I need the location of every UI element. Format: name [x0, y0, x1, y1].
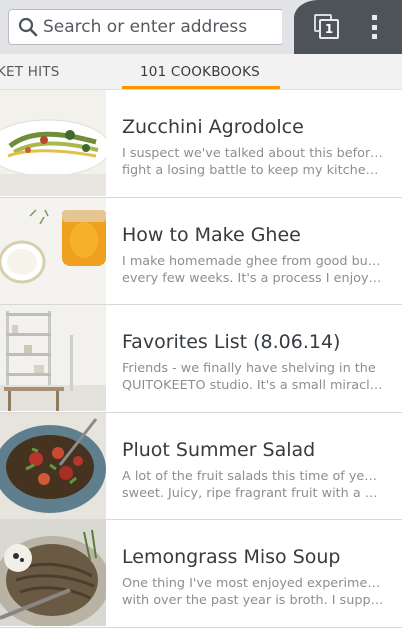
snippet-line: I suspect we've talked about this before…	[122, 146, 384, 161]
list-item[interactable]: How to Make Ghee I make homemade ghee fr…	[0, 197, 402, 305]
overflow-menu-button[interactable]	[364, 14, 384, 40]
snippet-line: A lot of the fruit salads this time of y…	[122, 468, 384, 484]
article-title: Lemongrass Miso Soup	[122, 546, 341, 568]
menu-dot-icon	[371, 15, 377, 20]
tabs-button[interactable]: 1	[314, 14, 340, 40]
thumbnail-zucchini-image	[0, 90, 106, 196]
snippet-line: every few weeks. It's a process I enjoy,…	[122, 270, 384, 286]
url-bar[interactable]: Search or enter address	[8, 9, 284, 45]
thumbnail-pluot-salad-image	[0, 412, 106, 519]
article-snippet: I suspect we've talked about this before…	[122, 145, 384, 179]
tab-market-hits[interactable]: KET HITS	[0, 64, 59, 80]
snippet-line: I make homemade ghee from good butter	[122, 253, 384, 269]
list-item[interactable]: Zucchini Agrodolce I suspect we've talke…	[0, 90, 402, 198]
thumbnail-ghee-image	[0, 197, 106, 304]
article-list: Zucchini Agrodolce I suspect we've talke…	[0, 90, 402, 628]
article-title: Zucchini Agrodolce	[122, 116, 304, 138]
home-panel-tabs: KET HITS 101 COOKBOOKS	[0, 54, 402, 90]
menu-dot-icon	[371, 34, 377, 39]
snippet-line: with over the past year is broth. I supp…	[122, 593, 384, 608]
article-snippet: Friends - we finally have shelving in th…	[122, 360, 384, 394]
thumbnail-miso-soup-image	[0, 520, 106, 626]
snippet-line: QUITOKEETO studio. It's a small miracle.…	[122, 378, 384, 393]
article-title: How to Make Ghee	[122, 223, 301, 246]
snippet-line: Friends - we finally have shelving in th…	[122, 361, 376, 376]
article-snippet: I make homemade ghee from good butter ev…	[122, 253, 384, 287]
menu-dot-icon	[371, 24, 377, 30]
toolbar-actions: 1	[282, 0, 402, 54]
article-snippet: A lot of the fruit salads this time of y…	[122, 468, 384, 502]
thumbnail-shelving-image	[0, 305, 106, 411]
article-snippet: One thing I've most enjoyed experimentin…	[122, 575, 384, 609]
browser-toolbar: Search or enter address 1	[0, 0, 402, 54]
list-item[interactable]: Favorites List (8.06.14) Friends - we fi…	[0, 305, 402, 413]
url-placeholder: Search or enter address	[43, 17, 248, 37]
tab-count-badge: 1	[319, 19, 339, 39]
list-item[interactable]: Pluot Summer Salad A lot of the fruit sa…	[0, 412, 402, 520]
snippet-line: sweet. Juicy, ripe fragrant fruit with a…	[122, 485, 384, 501]
article-title: Pluot Summer Salad	[122, 438, 316, 461]
snippet-line: One thing I've most enjoyed experimentin…	[122, 576, 384, 591]
search-icon	[15, 14, 41, 40]
tab-101-cookbooks[interactable]: 101 COOKBOOKS	[140, 64, 260, 80]
snippet-line: fight a losing battle to keep my kitchen…	[122, 163, 384, 178]
article-title: Favorites List (8.06.14)	[122, 331, 341, 353]
list-item[interactable]: Lemongrass Miso Soup One thing I've most…	[0, 520, 402, 628]
